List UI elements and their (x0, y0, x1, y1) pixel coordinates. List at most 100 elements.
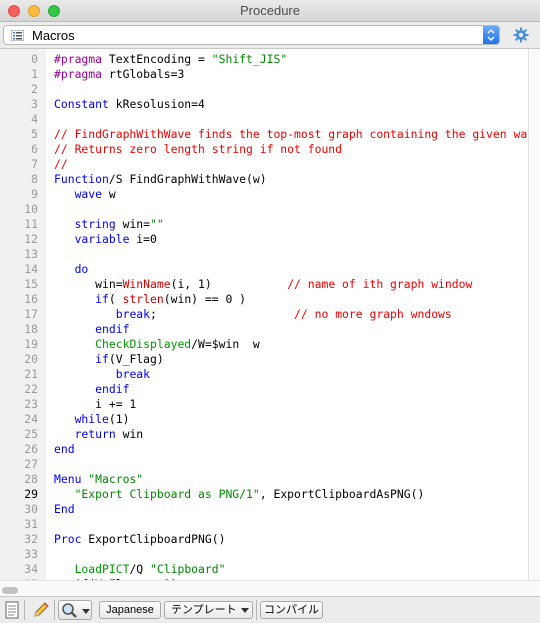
code-token: endif (95, 322, 130, 336)
code-line[interactable]: 4 (0, 112, 528, 127)
code-token: while (74, 412, 109, 426)
vertical-scrollbar[interactable] (528, 49, 540, 580)
code-token: // (54, 157, 68, 171)
code-token: (win) == 0 ) (163, 292, 247, 306)
code-token: "" (150, 217, 164, 231)
code-line[interactable]: 0 #pragma TextEncoding = "Shift_JIS" (0, 52, 528, 67)
code-line[interactable]: 32 Proc ExportClipboardPNG() (0, 532, 528, 547)
code-text: #pragma TextEncoding = "Shift_JIS" (54, 52, 287, 67)
chevron-updown-icon (483, 26, 499, 44)
code-line[interactable]: 11 string win="" (0, 217, 528, 232)
procedure-popup[interactable]: Macros (3, 25, 500, 45)
line-number: 15 (24, 277, 38, 291)
code-editor[interactable]: 0 #pragma TextEncoding = "Shift_JIS" 1 #pra… (0, 49, 528, 580)
code-line[interactable]: 24 while(1) (0, 412, 528, 427)
code-token: if (95, 292, 109, 306)
code-text: do (54, 262, 89, 277)
code-text: // Returns zero length string if not fou… (54, 142, 342, 157)
horizontal-scrollbar[interactable] (0, 580, 540, 596)
code-line[interactable]: 17 break; // no more graph wndows (0, 307, 528, 322)
code-line[interactable]: 10 (0, 202, 528, 217)
code-line[interactable]: 26 end (0, 442, 528, 457)
code-line[interactable]: 22 endif (0, 382, 528, 397)
line-number: 28 (24, 472, 38, 486)
code-line[interactable]: 9 wave w (0, 187, 528, 202)
code-token: Function (54, 172, 109, 186)
code-line[interactable]: 34 LoadPICT/Q "Clipboard" (0, 562, 528, 577)
code-line[interactable]: 30 End (0, 502, 528, 517)
japanese-button[interactable]: Japanese (99, 601, 161, 619)
code-line[interactable]: 8 Function/S FindGraphWithWave(w) (0, 172, 528, 187)
line-number: 5 (31, 127, 38, 141)
code-token: ( (108, 292, 123, 306)
code-line[interactable]: 20 if(V_Flag) (0, 352, 528, 367)
code-line[interactable]: 18 endif (0, 322, 528, 337)
compile-button[interactable]: コンパイル (260, 601, 323, 619)
code-token: End (54, 502, 75, 516)
code-line[interactable]: 28 Menu "Macros" (0, 472, 528, 487)
code-line[interactable]: 25 return win (0, 427, 528, 442)
code-line[interactable]: 15 win=WinName(i, 1) // name of ith grap… (0, 277, 528, 292)
code-text: if(V_Flag) (54, 352, 164, 367)
code-token: , ExportClipboardAsPNG() (259, 487, 425, 501)
toolbar-separator (256, 600, 257, 620)
code-line[interactable]: 16 if( strlen(win) == 0 ) (0, 292, 528, 307)
code-token: win= (54, 277, 123, 291)
code-line[interactable]: 3 Constant kResolusion=4 (0, 97, 528, 112)
line-number: 0 (31, 52, 38, 66)
template-popup[interactable]: テンプレート (164, 601, 253, 619)
code-token: if (95, 352, 109, 366)
line-number: 23 (24, 397, 38, 411)
code-line[interactable]: 12 variable i=0 (0, 232, 528, 247)
line-number: 13 (24, 247, 38, 261)
code-text: endif (54, 322, 129, 337)
code-token: Constant (54, 97, 109, 111)
code-text: Proc ExportClipboardPNG() (54, 532, 225, 547)
code-line[interactable]: 27 (0, 457, 528, 472)
code-token: ExportClipboardPNG() (81, 532, 226, 546)
line-number: 17 (24, 307, 38, 321)
toolbar: Macros (0, 22, 540, 49)
code-line[interactable]: 31 (0, 517, 528, 532)
code-line[interactable]: 1 #pragma rtGlobals=3 (0, 67, 528, 82)
code-line[interactable]: 23 i += 1 (0, 397, 528, 412)
code-line[interactable]: 2 (0, 82, 528, 97)
code-line[interactable]: 29 "Export Clipboard as PNG/1", ExportCl… (0, 487, 528, 502)
code-line[interactable]: 33 (0, 547, 528, 562)
template-popup-label: テンプレート (171, 604, 237, 616)
code-token: /Q (129, 562, 151, 576)
code-token: break (115, 307, 151, 321)
code-line[interactable]: 19 CheckDisplayed/W=$win w (0, 337, 528, 352)
line-number: 1 (31, 67, 38, 81)
code-token: string (74, 217, 116, 231)
code-text: break; // no more graph wndows (54, 307, 452, 322)
search-button[interactable] (58, 600, 92, 620)
code-line[interactable]: 6 // Returns zero length string if not fo… (0, 142, 528, 157)
code-line[interactable]: 5 // FindGraphWithWave finds the top-most… (0, 127, 528, 142)
code-line[interactable]: 7 // (0, 157, 528, 172)
code-text: "Export Clipboard as PNG/1", ExportClipb… (54, 487, 425, 502)
code-line[interactable]: 14 do (0, 262, 528, 277)
line-number: 34 (24, 562, 38, 576)
gear-icon[interactable] (513, 27, 529, 43)
document-icon[interactable] (5, 601, 19, 619)
code-token: w (102, 187, 116, 201)
code-line[interactable]: 13 (0, 247, 528, 262)
line-number: 9 (31, 187, 38, 201)
magnifier-icon (62, 603, 77, 618)
line-number: 6 (31, 142, 38, 156)
code-token: // name of ith graph window (287, 277, 473, 291)
code-line[interactable]: 21 break (0, 367, 528, 382)
line-number: 4 (31, 112, 38, 126)
pencil-icon[interactable] (32, 601, 50, 619)
line-number: 26 (24, 442, 38, 456)
code-token: LoadPICT (74, 562, 130, 576)
line-number: 16 (24, 292, 38, 306)
code-text: CheckDisplayed/W=$win w (54, 337, 260, 352)
horizontal-scroll-thumb[interactable] (2, 587, 18, 594)
code-token: (i, 1) (170, 277, 288, 291)
code-token: // Returns zero length string if not fou… (54, 142, 343, 156)
